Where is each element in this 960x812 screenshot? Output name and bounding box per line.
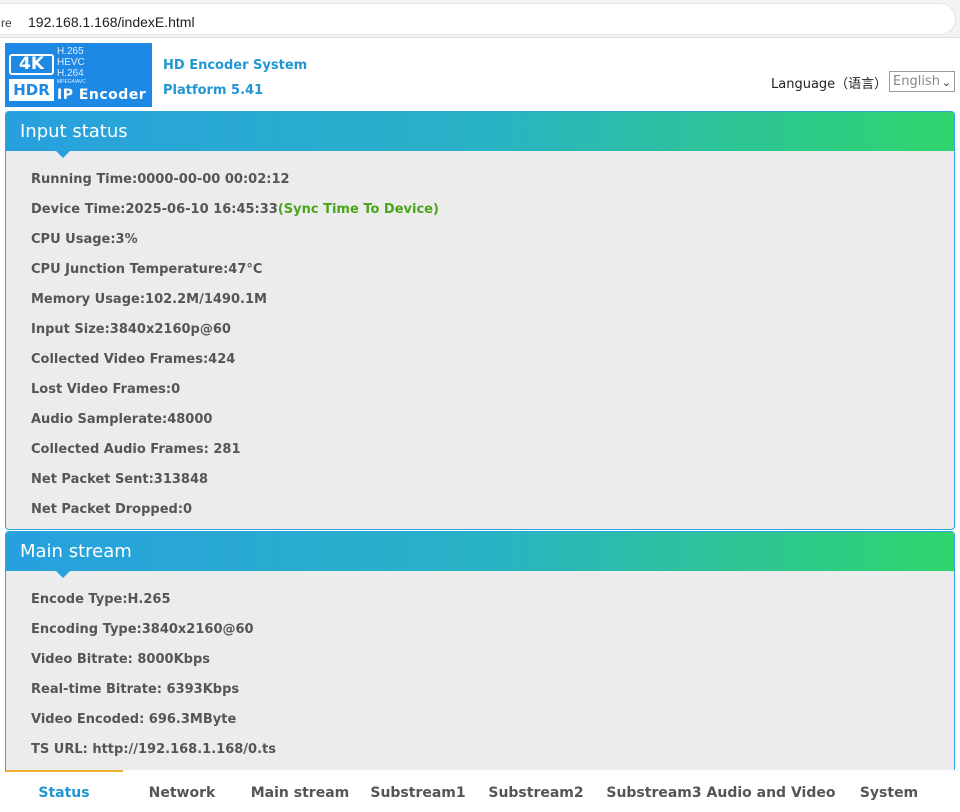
browser-address-bar: re 192.168.1.168/indexE.html [0, 0, 960, 38]
video-encoded: Video Encoded: 696.3MByte [31, 712, 237, 727]
audio-samplerate: Audio Samplerate:48000 [31, 412, 213, 427]
logo-codecs: H.265 HEVC H.264 MPEG4/AVC [57, 46, 86, 85]
input-status-panel: Input status Running Time:0000-00-00 00:… [5, 111, 955, 530]
realtime-bitrate: Real-time Bitrate: 6393Kbps [31, 682, 240, 697]
system-name: HD Encoder System [163, 58, 308, 73]
encode-type: Encode Type:H.265 [31, 592, 171, 607]
logo-product-name: IP Encoder [57, 87, 147, 103]
panel-title: Main stream [20, 541, 132, 562]
bottom-nav: Status Network Main stream Substream1 Su… [0, 770, 960, 812]
cpu-temperature: CPU Junction Temperature:47°C [31, 262, 263, 277]
nav-status[interactable]: Status [5, 770, 123, 812]
running-time: Running Time:0000-00-00 00:02:12 [31, 172, 290, 187]
lost-video-frames: Lost Video Frames:0 [31, 382, 181, 397]
nav-substream2[interactable]: Substream2 [477, 770, 595, 812]
logo-codec-hevc: HEVC [57, 57, 85, 68]
stream-info-list: Encode Type:H.265 Encoding Type:3840x216… [6, 571, 954, 765]
nav-substream1[interactable]: Substream1 [359, 770, 477, 812]
net-packet-dropped: Net Packet Dropped:0 [31, 502, 193, 517]
device-time: Device Time:2025-06-10 16:45:33 [31, 202, 278, 217]
nav-system[interactable]: System [837, 770, 941, 812]
url-field[interactable]: re 192.168.1.168/indexE.html [0, 3, 956, 35]
platform-version: Platform 5.41 [163, 83, 264, 98]
nav-audio-and-video[interactable]: Audio and Video [705, 770, 837, 812]
input-size: Input Size:3840x2160p@60 [31, 322, 231, 337]
device-time-row: Device Time:2025-06-10 16:45:33(Sync Tim… [31, 195, 954, 225]
video-bitrate: Video Bitrate: 8000Kbps [31, 652, 210, 667]
logo-4k-badge: 4K [9, 54, 54, 75]
url-prefix: re [1, 16, 12, 30]
chevron-down-icon: ⌄ [941, 76, 951, 89]
main-stream-panel: Main stream Encode Type:H.265 Encoding T… [5, 531, 955, 781]
logo-codec-small: MPEG4/AVC [57, 79, 86, 85]
language-select[interactable]: English ⌄ [889, 71, 955, 92]
encoding-resolution: Encoding Type:3840x2160@60 [31, 622, 254, 637]
language-label: Language（语言） [771, 77, 888, 92]
panel-header: Main stream [6, 532, 954, 571]
page-header: 4K HDR H.265 HEVC H.264 MPEG4/AVC IP Enc… [0, 40, 960, 110]
sync-time-link[interactable]: (Sync Time To Device) [278, 202, 439, 217]
logo: 4K HDR H.265 HEVC H.264 MPEG4/AVC IP Enc… [5, 43, 152, 107]
logo-codec-h265: H.265 [57, 46, 84, 57]
cpu-usage: CPU Usage:3% [31, 232, 138, 247]
nav-main-stream[interactable]: Main stream [241, 770, 359, 812]
url-text[interactable]: 192.168.1.168/indexE.html [28, 14, 195, 30]
nav-substream3[interactable]: Substream3 [595, 770, 713, 812]
memory-usage: Memory Usage:102.2M/1490.1M [31, 292, 267, 307]
collected-audio-frames: Collected Audio Frames: 281 [31, 442, 241, 457]
status-list: Running Time:0000-00-00 00:02:12 Device … [6, 151, 954, 525]
collected-video-frames: Collected Video Frames:424 [31, 352, 236, 367]
panel-title: Input status [20, 121, 128, 142]
net-packet-sent: Net Packet Sent:313848 [31, 472, 209, 487]
logo-codec-h264: H.264 [57, 68, 84, 79]
nav-network[interactable]: Network [123, 770, 241, 812]
panel-header: Input status [6, 112, 954, 151]
language-select-value: English [893, 74, 940, 89]
logo-hdr-badge: HDR [9, 79, 54, 101]
ts-url: TS URL: http://192.168.1.168/0.ts [31, 742, 276, 757]
